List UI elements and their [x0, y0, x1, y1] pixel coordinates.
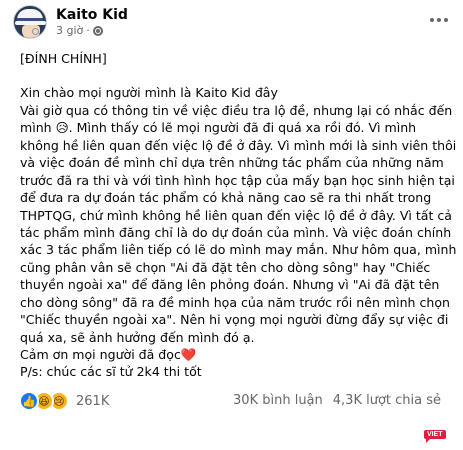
post-body-line: "Chiếc thuyền ngoài xa". Nên hi vọng mọi…	[20, 312, 449, 328]
watermark-logo: VIET	[424, 427, 452, 443]
post-body-blank-line	[20, 67, 452, 84]
post-body-line: Cảm ơn mọi người đã đọc❤️	[20, 347, 197, 362]
post-body-line: P/s: chúc các sĩ tử 2k4 thi tốt	[20, 364, 202, 380]
more-options-button[interactable]	[427, 10, 451, 30]
post-body-line: và việc đoán đề mình chỉ dựa trên những …	[20, 155, 444, 171]
post-body: [ĐÍNH CHÍNH] Xin chào mọi người mình là K…	[20, 50, 457, 381]
post-stats: 30K bình luận 4,3K lượt chia sẻ	[233, 393, 441, 408]
post-subline: 3 giờ ·	[56, 24, 128, 38]
more-dot-icon	[430, 18, 434, 22]
post-body-line: cũng phân vân sẽ chọn "Ai đã đặt tên cho…	[20, 259, 431, 275]
post-body-line: không hề liên quan đến việc lộ đề ở đây.…	[20, 137, 457, 153]
comments-count-link[interactable]: 30K bình luận	[233, 393, 323, 408]
post-body-line: để đưa ra dự đoán tác phẩm có khả năng c…	[20, 190, 432, 206]
post-meta: Kaito Kid 3 giờ ·	[56, 7, 128, 38]
post-body-line: [ĐÍNH CHÍNH]	[20, 51, 107, 66]
post-body-line: thuyền ngoài xa" để đăng lên phỏng đoán.…	[20, 277, 440, 293]
post-body-line: trước đã ra thi và với tình hình học tập…	[20, 172, 455, 188]
post-body-line: Vài giờ qua có thông tin về việc điều tr…	[20, 102, 453, 118]
author-name[interactable]: Kaito Kid	[56, 7, 128, 24]
post-body-line: cho dòng sông" đã ra đề minh họa của năm…	[20, 294, 450, 310]
time-separator: ·	[86, 23, 90, 37]
post-body-line: Xin chào mọi người mình là Kaito Kid đây	[20, 85, 278, 101]
watermark-text: VIET	[424, 429, 446, 439]
reaction-count: 261K	[76, 393, 110, 409]
post-header: Kaito Kid 3 giờ ·	[13, 4, 128, 40]
reactions-summary[interactable]: 👍 😆 😢 261K	[19, 391, 109, 411]
author-avatar[interactable]	[13, 5, 47, 39]
more-dot-icon	[437, 18, 441, 22]
shares-count-link[interactable]: 4,3K lượt chia sẻ	[333, 393, 441, 408]
like-icon: 👍	[19, 391, 39, 411]
post-body-line: THPTQG, chứ mình không hề liên quan đến …	[20, 207, 452, 223]
post-body-line: xác 3 tác phẩm liên tiếp có lẽ do mình m…	[20, 242, 457, 258]
post-body-line: quá xa, sẽ ảnh hưởng đến mình đó ạ.	[20, 329, 255, 345]
avatar-monocle	[32, 28, 39, 35]
post-body-line: mình 😥. Mình thấy có lẽ mọi người đã đi …	[20, 120, 417, 136]
globe-icon	[92, 25, 103, 36]
post-body-line: tác phẩm mình đăng chỉ là do dự đoán của…	[20, 224, 452, 240]
post-time[interactable]: 3 giờ	[56, 24, 83, 38]
facebook-post: Kaito Kid 3 giờ · [ĐÍNH CHÍNH] Xin chào m…	[0, 0, 463, 450]
more-dot-icon	[444, 18, 448, 22]
watermark-tail-shape	[426, 439, 430, 443]
